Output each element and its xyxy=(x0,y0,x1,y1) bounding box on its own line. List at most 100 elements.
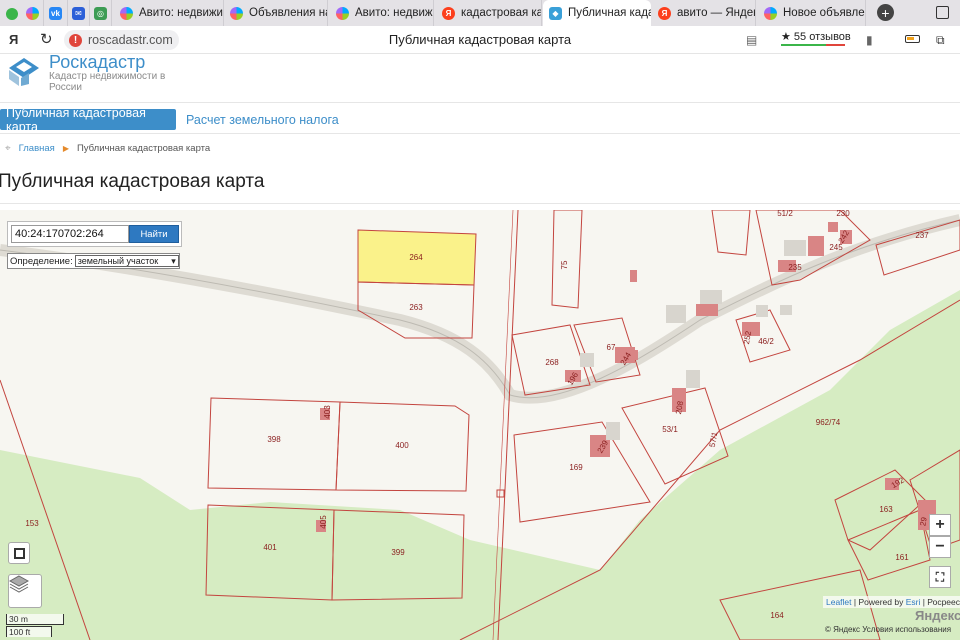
tab-public-cadastral-map[interactable]: ◆Публичная када✕ xyxy=(543,0,651,26)
rosreestr-icon: ◆ xyxy=(549,6,562,20)
reviews-rating-bar xyxy=(781,44,845,46)
cadastral-search-box: Найти xyxy=(7,221,182,247)
parcel-label: 403 xyxy=(323,405,332,419)
parcel-label: 67 xyxy=(607,343,616,352)
browser-tab-bar: vk ✉ ◎ Авито: недвижи Объявления на Авит… xyxy=(0,0,960,26)
tab-label: Публичная када xyxy=(568,7,651,19)
definition-row: Определение: земельный участок ▾ xyxy=(7,253,180,269)
definition-selected: земельный участок xyxy=(77,256,159,266)
map-canvas[interactable]: 2642637526819667244252 46/251/2 2302422452… xyxy=(0,210,960,640)
parcel-label: 405 xyxy=(319,515,328,529)
yandex-logo: Яндекс xyxy=(915,608,960,623)
fullscreen-map-button[interactable] xyxy=(8,542,30,564)
definition-select[interactable]: земельный участок ▾ xyxy=(74,255,179,267)
scale-metric: 30 m xyxy=(6,614,64,625)
parcel-label: 57/1 xyxy=(708,431,720,448)
reviews-badge[interactable]: ★ 55 отзывов xyxy=(781,30,851,43)
layers-button[interactable] xyxy=(8,574,42,608)
nav-divider xyxy=(0,133,960,134)
parcel-label: 75 xyxy=(560,260,569,269)
tab-avito-3[interactable]: Авито: недвижи xyxy=(330,0,434,26)
parcel-label: 263 xyxy=(409,303,423,312)
new-tab-button[interactable]: + xyxy=(877,4,894,21)
parcel-label: 401 xyxy=(263,543,277,552)
zoom-out-button[interactable]: − xyxy=(929,536,951,558)
expand-icon[interactable]: ⛶ xyxy=(929,566,951,588)
heading-divider xyxy=(0,203,960,204)
tab-label: авито — Яндекс xyxy=(677,7,756,19)
parcel-75[interactable] xyxy=(551,210,583,309)
bookmark-icon[interactable]: ▮ xyxy=(866,33,873,47)
esri-link[interactable]: Esri xyxy=(906,597,921,607)
reader-icon[interactable]: ▤ xyxy=(746,33,757,47)
parcel-51-2[interactable] xyxy=(711,210,751,256)
tab-avito-2[interactable]: Объявления на xyxy=(224,0,328,26)
marker-square xyxy=(496,489,505,498)
mail-icon: ✉ xyxy=(72,6,85,20)
extensions-icon[interactable]: ⧉ xyxy=(936,33,945,48)
parcel-label: 400 xyxy=(395,441,409,450)
parcel-label: 230 xyxy=(836,210,850,218)
tab-label: Новое объявлен xyxy=(783,7,866,19)
yandex-button[interactable]: Я xyxy=(9,32,18,47)
yandex-terms[interactable]: © Яндекс Условия использования xyxy=(825,625,951,634)
parcel-label: 164 xyxy=(770,611,784,620)
nav-land-tax-calculation[interactable]: Расчет земельного налога xyxy=(180,109,345,130)
parcel-label: 268 xyxy=(545,358,559,367)
breadcrumb-current: Публичная кадастровая карта xyxy=(76,143,211,154)
reload-icon[interactable]: ↻ xyxy=(40,30,53,48)
tabs-overview-icon[interactable] xyxy=(936,6,949,19)
zoom-in-button[interactable]: + xyxy=(929,514,951,536)
tab-label: Объявления на xyxy=(249,7,328,19)
parcel-label: 245 xyxy=(829,243,843,252)
parcel-label: 163 xyxy=(879,505,893,514)
window-control-icon[interactable] xyxy=(6,8,18,20)
tab-avito-1[interactable]: Авито: недвижи xyxy=(114,0,224,26)
scale-imperial: 100 ft xyxy=(6,626,52,637)
avito-icon xyxy=(764,6,777,20)
url-text: roscadastr.com xyxy=(88,33,173,47)
tab-pinned-avito[interactable] xyxy=(22,0,44,26)
parcel-169[interactable] xyxy=(513,421,651,523)
breadcrumb-home[interactable]: Главная xyxy=(19,143,55,154)
green-icon: ◎ xyxy=(94,6,107,20)
find-button[interactable]: Найти xyxy=(129,225,179,243)
tab-label: Авито: недвижи xyxy=(139,7,223,19)
battery-icon xyxy=(905,35,920,43)
breadcrumb-arrow-icon: ▶ xyxy=(62,144,69,153)
tab-pinned-mail[interactable]: ✉ xyxy=(68,0,90,26)
brand-subtitle: Кадастр недвижимости в России xyxy=(49,71,166,93)
green-zone xyxy=(0,290,960,640)
parcel-label: 169 xyxy=(569,463,583,472)
tab-yandex-cadastral[interactable]: Якадастровая ка xyxy=(436,0,542,26)
breadcrumb: ⌖ Главная ▶ Публичная кадастровая карта xyxy=(5,143,210,154)
tab-label: Авито: недвижи xyxy=(355,7,434,19)
yandex-icon: Я xyxy=(442,6,455,20)
nav-public-cadastral-map[interactable]: Публичная кадастровая карта xyxy=(0,106,176,134)
avito-icon xyxy=(120,6,133,20)
url-field[interactable]: ! roscadastr.com xyxy=(64,30,179,50)
brand-name[interactable]: Роскадастр xyxy=(49,52,145,73)
cadastral-map[interactable]: 264 263 75 268 196 67 244 252 46/2 51/2 230 242 245 2… xyxy=(0,210,960,640)
parcel-label: 46/2 xyxy=(758,337,774,346)
parcel-label: 153 xyxy=(25,519,39,528)
parcel-label: 398 xyxy=(267,435,281,444)
avito-icon xyxy=(26,6,39,20)
parcel-label: 962/74 xyxy=(816,418,841,427)
cadastral-number-input[interactable] xyxy=(11,225,129,243)
warning-icon: ! xyxy=(69,33,82,47)
parcel-label: 399 xyxy=(391,548,405,557)
vk-icon: vk xyxy=(49,6,62,20)
leaflet-link[interactable]: Leaflet xyxy=(826,597,852,607)
tab-pinned-vk[interactable]: vk xyxy=(44,0,68,26)
parcel-label: 264 xyxy=(409,253,423,262)
tab-new-listing[interactable]: Новое объявлен xyxy=(758,0,866,26)
definition-label: Определение: xyxy=(10,255,73,267)
tab-pinned-green[interactable]: ◎ xyxy=(90,0,112,26)
tab-label: кадастровая ка xyxy=(461,7,542,19)
parcel-label: 51/2 xyxy=(777,210,793,218)
tab-avito-yandex[interactable]: Яавито — Яндекс xyxy=(652,0,756,26)
parcel-label: 53/1 xyxy=(662,425,678,434)
attribution-rosreestr: | Росреестр xyxy=(922,597,960,607)
roskadastr-logo[interactable] xyxy=(7,56,41,86)
